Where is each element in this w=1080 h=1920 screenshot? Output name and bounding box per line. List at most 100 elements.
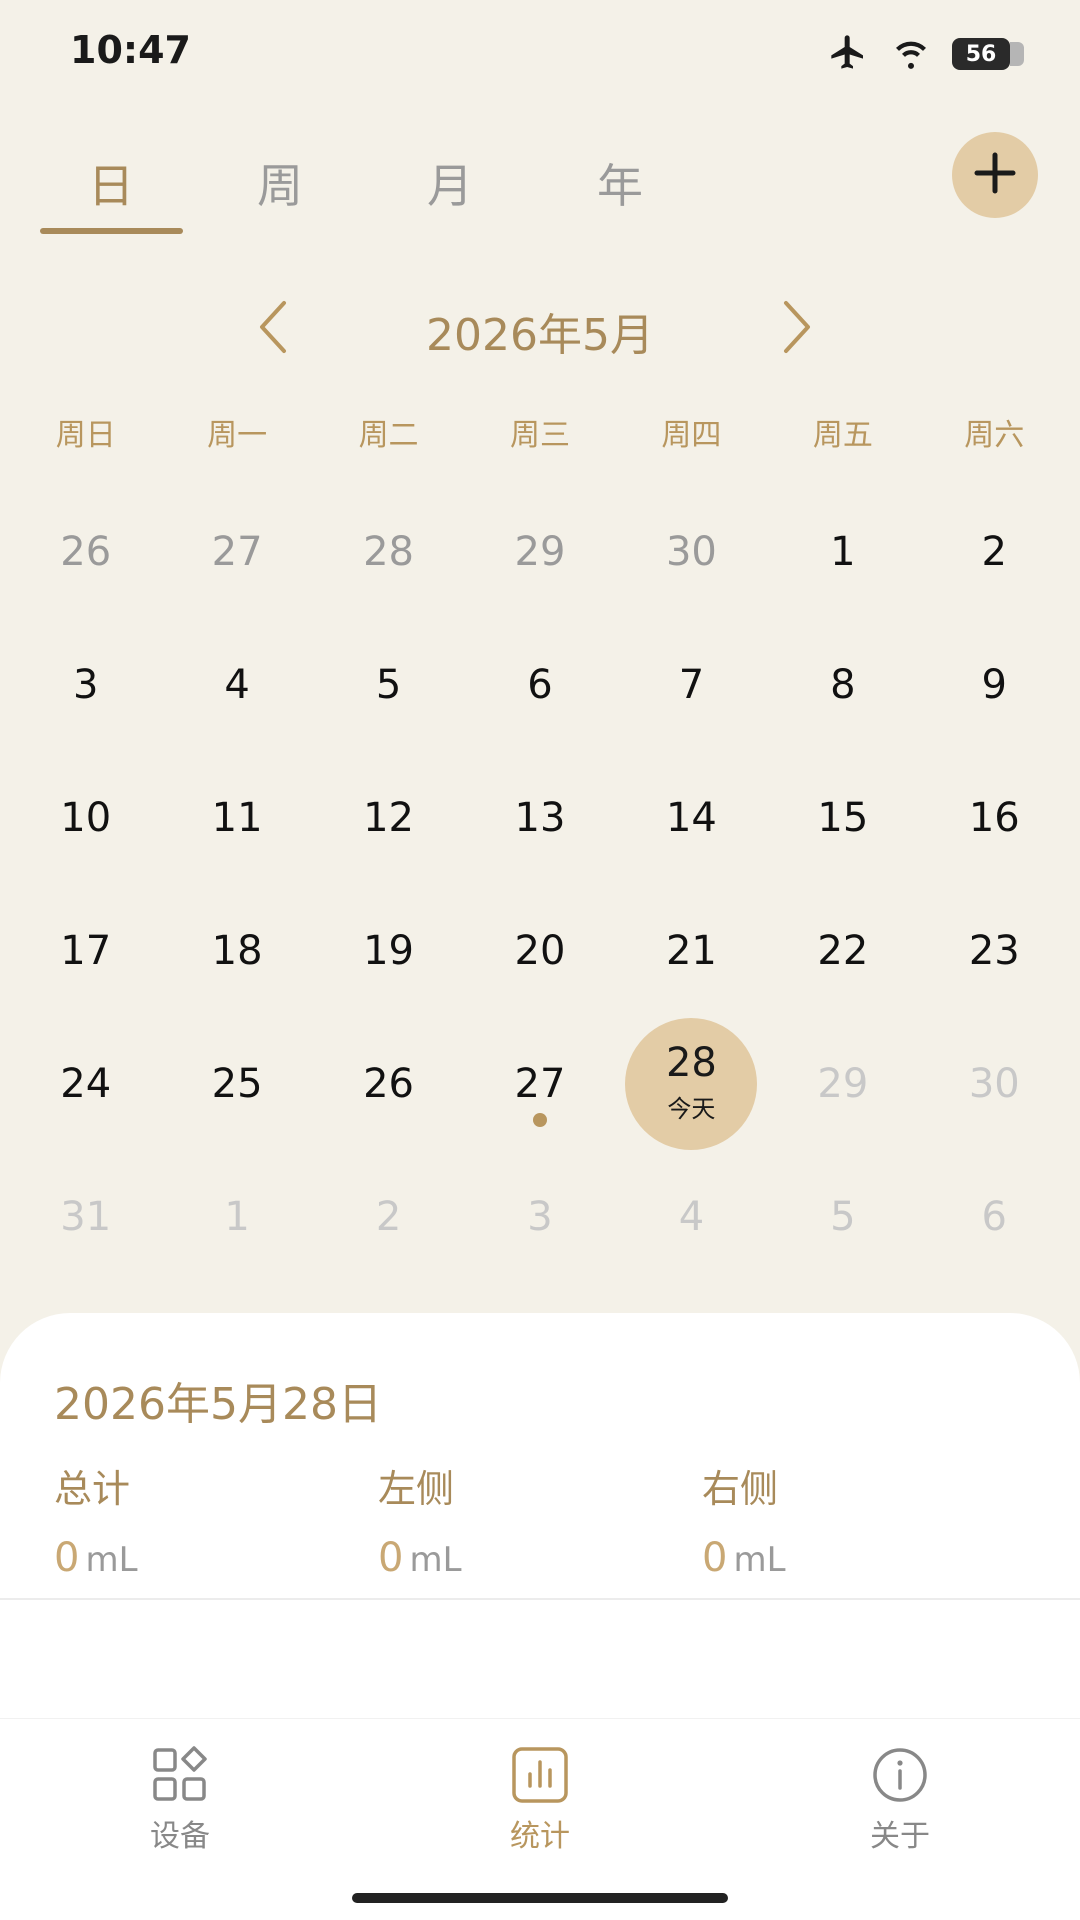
calendar-day[interactable]: 5 bbox=[767, 1150, 918, 1283]
day-number: 13 bbox=[514, 794, 566, 841]
tab-year[interactable]: 年 bbox=[550, 150, 690, 216]
calendar-day[interactable]: 29 bbox=[464, 485, 615, 618]
calendar-day[interactable]: 14 bbox=[616, 751, 767, 884]
calendar-day[interactable]: 31 bbox=[10, 1150, 161, 1283]
calendar-day[interactable]: 6 bbox=[919, 1150, 1070, 1283]
stat-label: 总计 bbox=[54, 1467, 131, 1511]
calendar-day[interactable]: 2 bbox=[313, 1150, 464, 1283]
today-highlight: 28 今天 bbox=[625, 1017, 758, 1150]
weekday-label: 周五 bbox=[812, 418, 873, 453]
calendar-day[interactable]: 26 bbox=[313, 1017, 464, 1150]
calendar-day[interactable]: 30 bbox=[616, 485, 767, 618]
info-icon bbox=[870, 1745, 930, 1805]
stat-label: 左侧 bbox=[378, 1467, 455, 1511]
day-number: 23 bbox=[968, 927, 1020, 974]
stat-total: 总计 0 mL bbox=[54, 1458, 354, 1581]
calendar-day[interactable]: 5 bbox=[313, 618, 464, 751]
stat-unit: mL bbox=[85, 1540, 138, 1580]
day-number: 3 bbox=[72, 661, 99, 708]
add-record-button[interactable] bbox=[952, 132, 1038, 218]
calendar-day[interactable]: 6 bbox=[464, 618, 615, 751]
day-number: 30 bbox=[968, 1060, 1020, 1107]
day-number: 4 bbox=[678, 1193, 705, 1240]
calendar-day[interactable]: 24 bbox=[10, 1017, 161, 1150]
stat-value-row: 0 mL bbox=[378, 1535, 678, 1581]
day-number: 27 bbox=[514, 1060, 566, 1107]
day-number: 30 bbox=[665, 528, 717, 575]
day-number: 18 bbox=[211, 927, 263, 974]
calendar-day[interactable]: 1 bbox=[767, 485, 918, 618]
calendar-day[interactable]: 26 bbox=[10, 485, 161, 618]
calendar-day[interactable]: 21 bbox=[616, 884, 767, 1017]
weekday-label: 周二 bbox=[358, 418, 419, 453]
calendar-day[interactable]: 13 bbox=[464, 751, 615, 884]
tab-day[interactable]: 日 bbox=[41, 150, 181, 216]
stat-value-row: 0 mL bbox=[702, 1535, 1002, 1581]
calendar-day[interactable]: 18 bbox=[161, 884, 312, 1017]
day-number: 10 bbox=[60, 794, 112, 841]
calendar-day[interactable]: 3 bbox=[464, 1150, 615, 1283]
status-time: 10:47 bbox=[70, 28, 191, 72]
calendar-day[interactable]: 29 bbox=[767, 1017, 918, 1150]
divider bbox=[0, 1598, 1080, 1600]
weekday-label: 周六 bbox=[964, 418, 1025, 453]
day-number: 26 bbox=[60, 528, 112, 575]
day-number: 15 bbox=[817, 794, 869, 841]
calendar-day[interactable]: 4 bbox=[616, 1150, 767, 1283]
chevron-right-icon bbox=[782, 300, 812, 358]
calendar-day[interactable]: 30 bbox=[919, 1017, 1070, 1150]
day-number: 12 bbox=[363, 794, 415, 841]
wifi-icon bbox=[888, 32, 934, 76]
calendar-day[interactable]: 16 bbox=[919, 751, 1070, 884]
day-number: 1 bbox=[224, 1193, 250, 1240]
calendar-day[interactable]: 28 bbox=[313, 485, 464, 618]
day-number: 27 bbox=[211, 528, 263, 575]
calendar-day[interactable]: 9 bbox=[919, 618, 1070, 751]
calendar-day[interactable]: 3 bbox=[10, 618, 161, 751]
calendar-day[interactable]: 10 bbox=[10, 751, 161, 884]
period-tabs: 日 周 月 年 bbox=[40, 140, 660, 240]
calendar-day[interactable]: 1 bbox=[161, 1150, 312, 1283]
calendar-day[interactable]: 27 bbox=[464, 1017, 615, 1150]
day-number: 2 bbox=[981, 528, 1007, 575]
calendar-day[interactable]: 15 bbox=[767, 751, 918, 884]
calendar-day[interactable]: 20 bbox=[464, 884, 615, 1017]
stat-value: 0 bbox=[702, 1535, 728, 1581]
status-icons: 56 bbox=[826, 32, 1024, 76]
status-bar: 10:47 56 bbox=[0, 0, 1080, 105]
calendar-day[interactable]: 27 bbox=[161, 485, 312, 618]
nav-about[interactable]: 关于 bbox=[800, 1745, 1000, 1855]
day-number: 6 bbox=[981, 1193, 1007, 1240]
day-number: 29 bbox=[817, 1060, 869, 1107]
calendar-day[interactable]: 7 bbox=[616, 618, 767, 751]
calendar-day[interactable]: 4 bbox=[161, 618, 312, 751]
tab-week[interactable]: 周 bbox=[210, 150, 350, 216]
battery-level: 56 bbox=[965, 41, 997, 67]
calendar-day[interactable]: 23 bbox=[919, 884, 1070, 1017]
tab-month[interactable]: 月 bbox=[380, 150, 520, 216]
nav-devices[interactable]: 设备 bbox=[80, 1745, 280, 1855]
calendar-day[interactable]: 19 bbox=[313, 884, 464, 1017]
calendar-day[interactable]: 22 bbox=[767, 884, 918, 1017]
calendar-day[interactable]: 12 bbox=[313, 751, 464, 884]
nav-statistics[interactable]: 统计 bbox=[440, 1745, 640, 1855]
stat-unit: mL bbox=[409, 1540, 462, 1580]
calendar-day[interactable]: 8 bbox=[767, 618, 918, 751]
calendar-day[interactable]: 17 bbox=[10, 884, 161, 1017]
stat-value: 0 bbox=[378, 1535, 404, 1581]
stats-chart-icon bbox=[510, 1745, 570, 1805]
calendar-day[interactable]: 25 bbox=[161, 1017, 312, 1150]
home-indicator[interactable] bbox=[352, 1893, 728, 1903]
calendar-day-today[interactable]: 28 今天 bbox=[616, 1017, 767, 1150]
plus-icon bbox=[973, 151, 1017, 199]
devices-icon bbox=[150, 1745, 210, 1805]
day-number: 29 bbox=[514, 528, 566, 575]
calendar-day[interactable]: 2 bbox=[919, 485, 1070, 618]
day-number: 3 bbox=[527, 1193, 553, 1240]
day-number: 22 bbox=[817, 927, 869, 974]
month-navigator: 2026年5月 bbox=[0, 295, 1080, 365]
stat-unit: mL bbox=[733, 1540, 786, 1580]
day-number: 8 bbox=[830, 661, 856, 708]
next-month-button[interactable] bbox=[767, 297, 827, 361]
calendar-day[interactable]: 11 bbox=[161, 751, 312, 884]
